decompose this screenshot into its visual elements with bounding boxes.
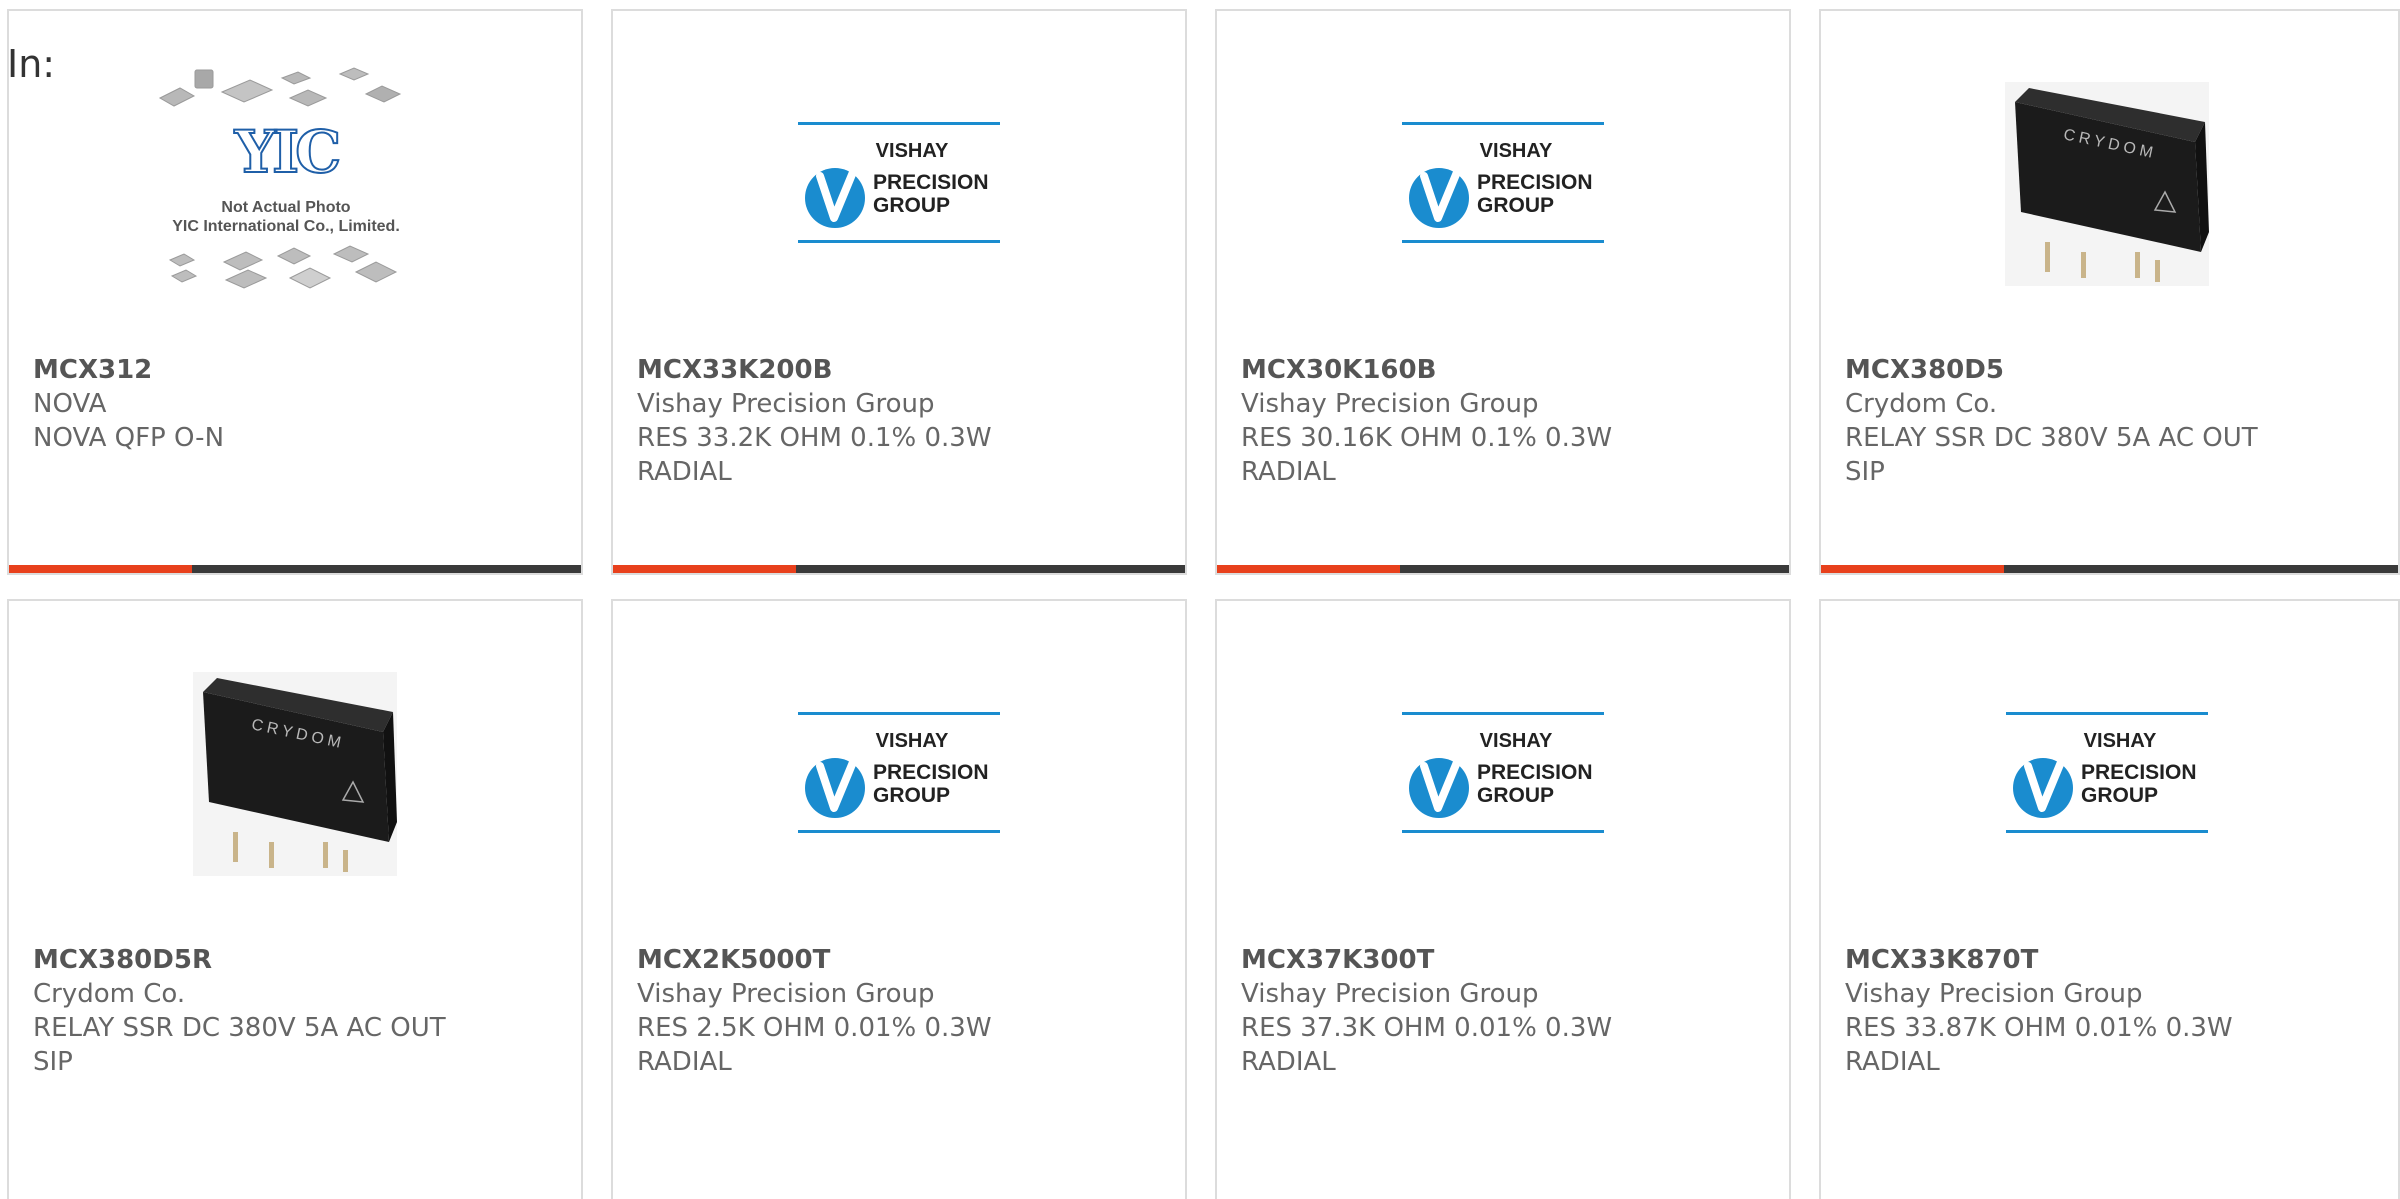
product-description: RES 33.2K OHM 0.1% 0.3W RADIAL — [637, 423, 992, 487]
vishay-logo-image: VISHAY PRECISION GROUP — [798, 711, 1000, 833]
product-card[interactable]: VISHAY PRECISION GROUP MCX2K5000T Vishay… — [611, 599, 1187, 1199]
product-info: MCX33K200B Vishay Precision Group RES 33… — [637, 353, 1177, 489]
manufacturer: Vishay Precision Group — [1241, 979, 1539, 1009]
product-card[interactable]: VISHAY PRECISION GROUP MCX30K160B Vishay… — [1215, 9, 1791, 575]
product-info: MCX33K870T Vishay Precision Group RES 33… — [1845, 943, 2385, 1079]
product-description: RELAY SSR DC 380V 5A AC OUT SIP — [1845, 423, 2258, 487]
svg-text:PRECISION: PRECISION — [1477, 171, 1593, 194]
product-image: VISHAY PRECISION GROUP — [613, 81, 1185, 286]
crydom-relay-image: CRYDOM — [2005, 81, 2209, 286]
svg-text:VISHAY: VISHAY — [1480, 730, 1553, 752]
product-info: MCX2K5000T Vishay Precision Group RES 2.… — [637, 943, 1177, 1079]
manufacturer: Crydom Co. — [33, 979, 186, 1009]
card-accent-bar — [9, 565, 192, 573]
yic-logo-text: YIC — [234, 118, 340, 186]
svg-text:VISHAY: VISHAY — [1480, 140, 1553, 162]
svg-text:PRECISION: PRECISION — [1477, 761, 1593, 784]
manufacturer: Vishay Precision Group — [637, 979, 935, 1009]
product-card[interactable]: VISHAY PRECISION GROUP MCX37K300T Vishay… — [1215, 599, 1791, 1199]
card-progress-bar — [9, 565, 581, 573]
svg-text:PRECISION: PRECISION — [873, 761, 989, 784]
vishay-logo-image: VISHAY PRECISION GROUP — [1402, 121, 1604, 243]
yic-placeholder-image: YIC Not Actual Photo YIC International C… — [158, 66, 402, 289]
svg-text:GROUP: GROUP — [2081, 784, 2158, 807]
svg-text:PRECISION: PRECISION — [2081, 761, 2197, 784]
crydom-relay-image: CRYDOM — [193, 671, 397, 876]
product-description: RELAY SSR DC 380V 5A AC OUT SIP — [33, 1013, 446, 1077]
card-accent-bar — [613, 565, 796, 573]
vishay-logo-image: VISHAY PRECISION GROUP — [798, 121, 1000, 243]
product-info: MCX30K160B Vishay Precision Group RES 30… — [1241, 353, 1781, 489]
product-image: VISHAY PRECISION GROUP — [1217, 671, 1789, 876]
product-image: CRYDOM — [9, 671, 581, 876]
part-number[interactable]: MCX37K300T — [1241, 943, 1781, 977]
product-card[interactable]: YIC Not Actual Photo YIC International C… — [7, 9, 583, 575]
product-description: NOVA QFP O-N — [33, 423, 225, 453]
product-grid: YIC Not Actual Photo YIC International C… — [0, 0, 2400, 1199]
svg-text:VISHAY: VISHAY — [876, 140, 949, 162]
part-number[interactable]: MCX33K870T — [1845, 943, 2385, 977]
yic-caption-line1: Not Actual Photo — [221, 199, 350, 216]
product-image: VISHAY PRECISION GROUP — [1821, 671, 2393, 876]
page-heading: In: — [7, 42, 56, 86]
product-description: RES 30.16K OHM 0.1% 0.3W RADIAL — [1241, 423, 1613, 487]
part-number[interactable]: MCX30K160B — [1241, 353, 1781, 387]
product-info: MCX312 NOVA NOVA QFP O-N — [33, 353, 573, 455]
product-description: RES 33.87K OHM 0.01% 0.3W RADIAL — [1845, 1013, 2233, 1077]
manufacturer: Vishay Precision Group — [1241, 389, 1539, 419]
svg-text:GROUP: GROUP — [1477, 194, 1554, 217]
product-card[interactable]: VISHAY PRECISION GROUP MCX33K870T Vishay… — [1819, 599, 2400, 1199]
card-progress-bar — [613, 565, 1185, 573]
part-number[interactable]: MCX33K200B — [637, 353, 1177, 387]
manufacturer: Crydom Co. — [1845, 389, 1998, 419]
vishay-logo-image: VISHAY PRECISION GROUP — [2006, 711, 2208, 833]
card-accent-bar — [1217, 565, 1400, 573]
product-image: VISHAY PRECISION GROUP — [1217, 81, 1789, 286]
manufacturer: NOVA — [33, 389, 107, 419]
svg-text:GROUP: GROUP — [873, 784, 950, 807]
manufacturer: Vishay Precision Group — [637, 389, 935, 419]
card-progress-bar — [1217, 565, 1789, 573]
svg-text:VISHAY: VISHAY — [876, 730, 949, 752]
svg-text:PRECISION: PRECISION — [873, 171, 989, 194]
product-info: MCX37K300T Vishay Precision Group RES 37… — [1241, 943, 1781, 1079]
product-card[interactable]: CRYDOM MCX380D5R Crydom Co. RELAY SSR DC… — [7, 599, 583, 1199]
part-number[interactable]: MCX380D5R — [33, 943, 573, 977]
vishay-logo-image: VISHAY PRECISION GROUP — [1402, 711, 1604, 833]
yic-caption-line2: YIC International Co., Limited. — [172, 218, 400, 235]
card-progress-bar — [1821, 565, 2398, 573]
svg-text:VISHAY: VISHAY — [2084, 730, 2157, 752]
part-number[interactable]: MCX312 — [33, 353, 573, 387]
product-description: RES 37.3K OHM 0.01% 0.3W RADIAL — [1241, 1013, 1613, 1077]
svg-text:GROUP: GROUP — [1477, 784, 1554, 807]
product-image: VISHAY PRECISION GROUP — [613, 671, 1185, 876]
product-image: YIC Not Actual Photo YIC International C… — [9, 66, 581, 289]
product-info: MCX380D5 Crydom Co. RELAY SSR DC 380V 5A… — [1845, 353, 2385, 489]
product-card[interactable]: CRYDOM MCX380D5 Crydom Co. RELAY SSR DC … — [1819, 9, 2400, 575]
part-number[interactable]: MCX380D5 — [1845, 353, 2385, 387]
manufacturer: Vishay Precision Group — [1845, 979, 2143, 1009]
product-image: CRYDOM — [1821, 81, 2393, 286]
product-card[interactable]: VISHAY PRECISION GROUP MCX33K200B Vishay… — [611, 9, 1187, 575]
card-accent-bar — [1821, 565, 2004, 573]
product-description: RES 2.5K OHM 0.01% 0.3W RADIAL — [637, 1013, 992, 1077]
part-number[interactable]: MCX2K5000T — [637, 943, 1177, 977]
product-info: MCX380D5R Crydom Co. RELAY SSR DC 380V 5… — [33, 943, 573, 1079]
svg-text:GROUP: GROUP — [873, 194, 950, 217]
